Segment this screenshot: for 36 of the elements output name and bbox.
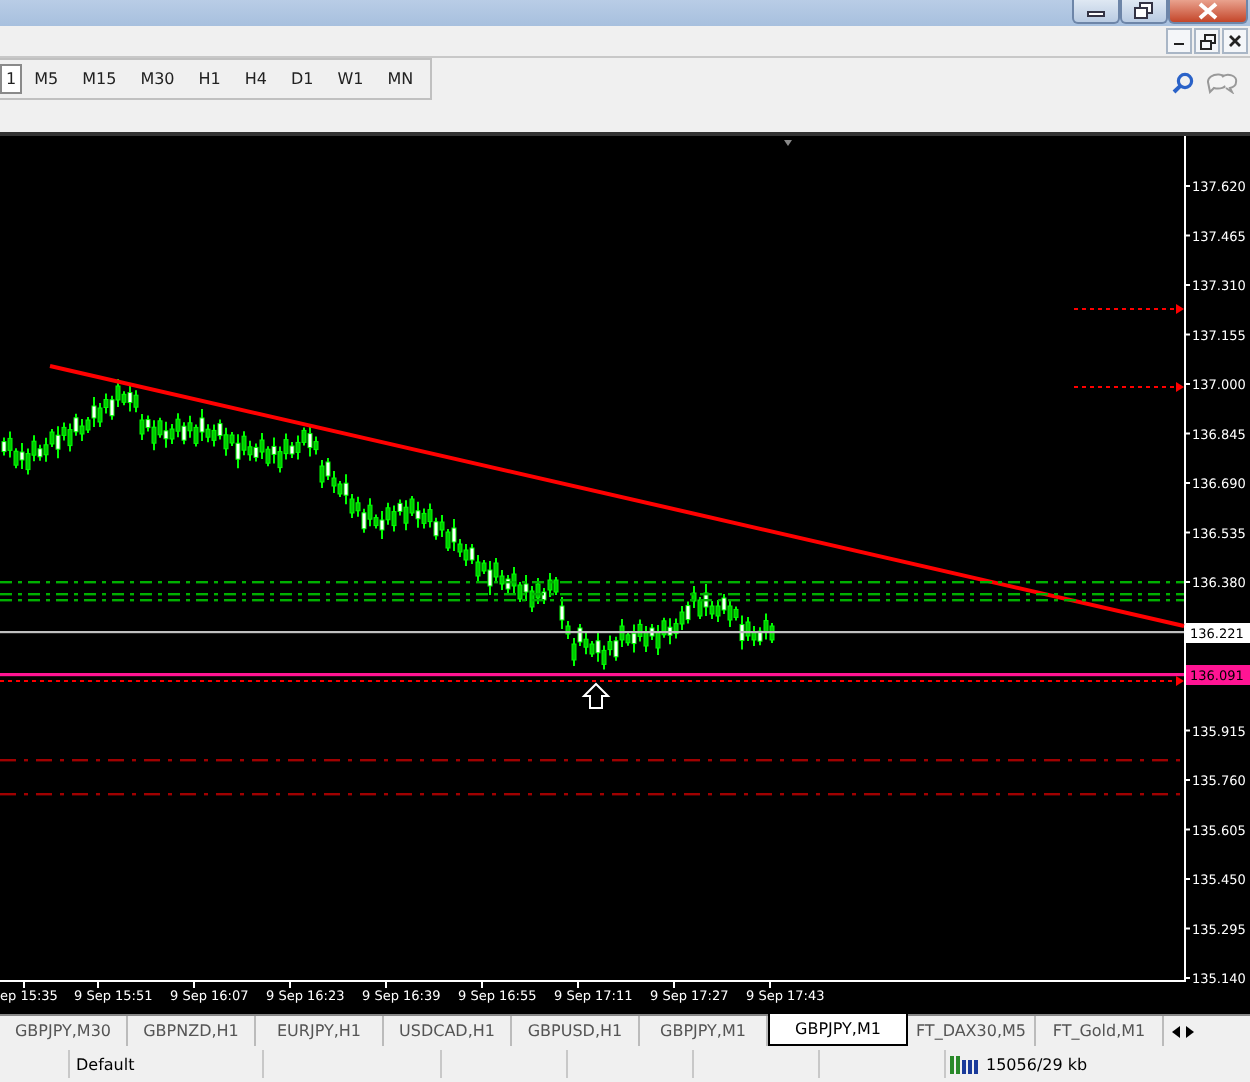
timeframe-button[interactable]: D1 — [279, 64, 326, 94]
chart-tab[interactable]: GBPJPY,M30 — [0, 1016, 128, 1046]
chat-icon[interactable] — [1206, 72, 1238, 94]
profile-name: Default — [74, 1055, 137, 1073]
minimize-button[interactable] — [1166, 28, 1192, 54]
timeframe-button[interactable]: M15 — [70, 64, 129, 94]
chart-tab[interactable]: FT_DAX30,M5 — [908, 1016, 1036, 1046]
timeframe-button[interactable]: 1 — [0, 64, 23, 94]
timeframe-button[interactable]: M30 — [128, 64, 187, 94]
scroll-left-icon[interactable] — [1172, 1025, 1180, 1037]
close-icon — [1228, 34, 1242, 48]
minimize-button[interactable] — [1072, 0, 1120, 24]
up-arrow-icon[interactable] — [581, 682, 611, 709]
chart-tab[interactable]: GBPJPY,M1 — [768, 1014, 908, 1046]
connection-bars-icon — [950, 1055, 980, 1073]
restore-button[interactable] — [1194, 28, 1220, 54]
chart-tab[interactable]: GBPUSD,H1 — [512, 1016, 640, 1046]
timeframe-button[interactable]: H1 — [186, 64, 233, 94]
close-button[interactable] — [1222, 28, 1248, 54]
timeframe-button[interactable]: W1 — [325, 64, 376, 94]
minimize-icon — [1086, 5, 1106, 17]
chart-tab[interactable]: EURJPY,H1 — [256, 1016, 384, 1046]
chart-tab[interactable]: FT_Gold,M1 — [1036, 1016, 1164, 1046]
restore-icon — [1199, 33, 1215, 49]
chart-tab[interactable]: USDCAD,H1 — [384, 1016, 512, 1046]
restore-button[interactable] — [1120, 0, 1168, 24]
restore-icon — [1134, 2, 1154, 20]
timeframe-button[interactable]: MN — [375, 64, 426, 94]
chart-tab[interactable]: GBPNZD,H1 — [128, 1016, 256, 1046]
scroll-right-icon[interactable] — [1186, 1025, 1194, 1037]
close-icon — [1198, 2, 1218, 20]
search-icon[interactable] — [1172, 72, 1194, 94]
timeframe-button[interactable]: H4 — [232, 64, 279, 94]
traffic-counter: 15056/29 kb — [986, 1055, 1088, 1073]
timeframe-button[interactable]: M5 — [22, 64, 71, 94]
trend-line[interactable] — [49, 364, 1185, 628]
